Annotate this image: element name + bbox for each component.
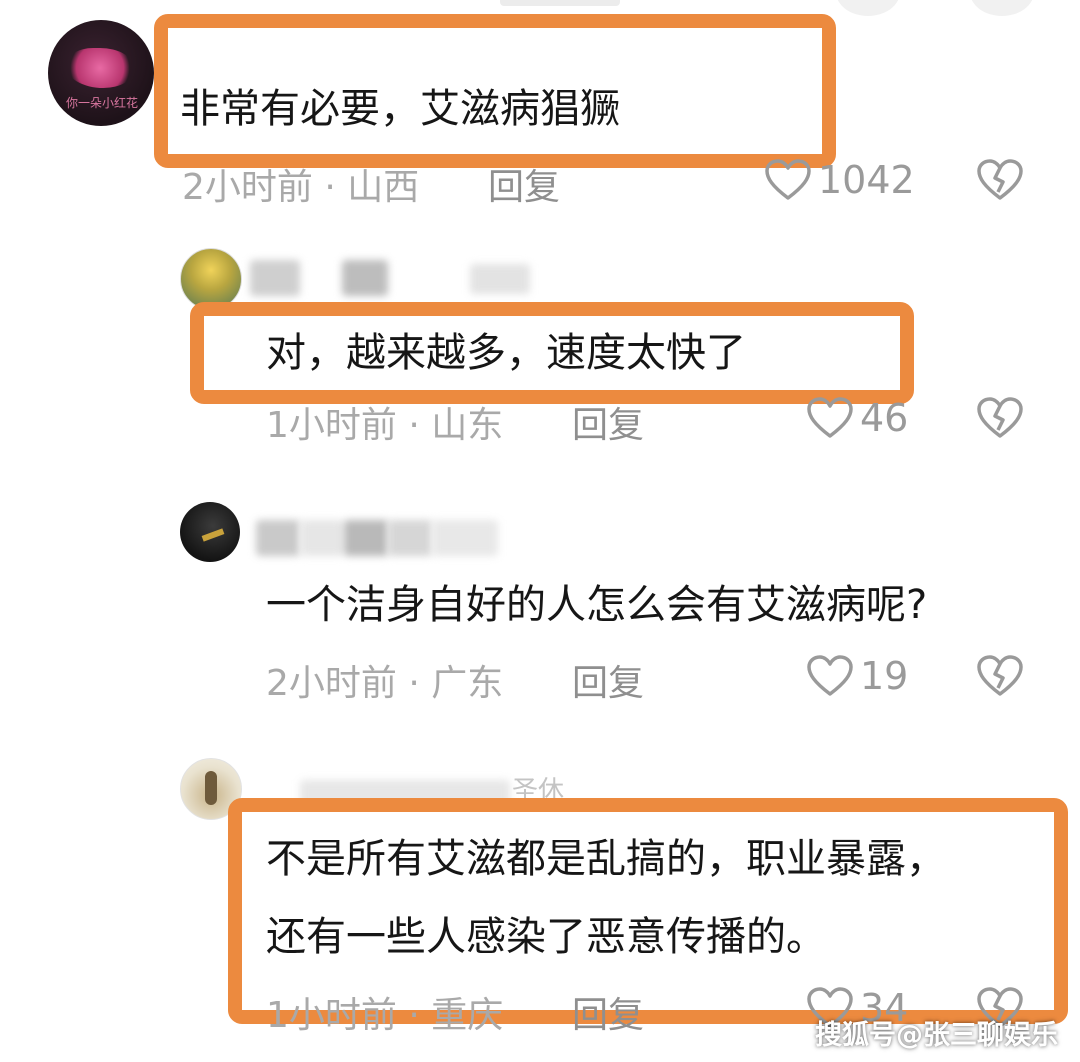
like-button[interactable]: 19 [806, 654, 908, 698]
reply-button[interactable]: 回复 [572, 396, 644, 448]
like-count: 19 [860, 654, 909, 698]
comment-meta: 1小时前 · 重庆 [266, 995, 504, 1036]
username-blurred [344, 520, 388, 556]
comment-text: 对，越来越多，速度太快了 [266, 330, 746, 376]
dislike-button[interactable] [976, 396, 1024, 444]
heart-outline-icon [807, 397, 853, 438]
comment-item: 对，越来越多，速度太快了 1小时前 · 山东 回复 46 [0, 230, 1080, 490]
broken-heart-icon [977, 397, 1023, 438]
avatar[interactable] [180, 248, 242, 310]
comment-meta: 2小时前 · 广东 [266, 663, 504, 704]
username-blurred[interactable] [250, 260, 300, 296]
avatar-flower-graphic [66, 48, 134, 88]
comment-meta: 1小时前 · 山东 [266, 405, 504, 446]
heart-outline-icon [807, 655, 853, 696]
reply-button[interactable]: 回复 [488, 158, 560, 210]
comment-text: 一个洁身自好的人怎么会有艾滋病呢? [266, 582, 928, 628]
dislike-button[interactable] [976, 654, 1024, 702]
avatar-graphic [201, 528, 225, 542]
avatar[interactable]: 你一朵小红花 [48, 20, 154, 126]
heart-outline-icon [765, 159, 811, 200]
username-blurred [300, 520, 344, 556]
username-blurred [342, 260, 388, 296]
username-blurred [432, 520, 498, 556]
username-blurred [470, 264, 530, 294]
broken-heart-icon [977, 159, 1023, 200]
like-button[interactable]: 1042 [764, 158, 915, 202]
like-count: 1042 [818, 158, 915, 202]
avatar-graphic [205, 771, 217, 805]
like-count: 46 [860, 396, 909, 440]
dislike-button[interactable] [976, 158, 1024, 206]
comment-text: 非常有必要，艾滋病猖獗 [180, 86, 620, 132]
reply-button[interactable]: 回复 [572, 986, 644, 1038]
broken-heart-icon [977, 655, 1023, 696]
comment-item: 一个洁身自好的人怎么会有艾滋病呢? 2小时前 · 广东 回复 19 [0, 490, 1080, 740]
comment-item: 你一朵小红花 非常有必要，艾滋病猖獗 2小时前 · 山西 回复 1042 [0, 0, 1080, 230]
avatar-caption: 你一朵小红花 [65, 96, 138, 110]
comment-text-line: 还有一些人感染了恶意传播的。 [266, 914, 826, 960]
reply-button[interactable]: 回复 [572, 654, 644, 706]
watermark: 搜狐号@张三聊娱乐 [815, 1020, 1058, 1051]
comment-meta: 2小时前 · 山西 [182, 167, 420, 208]
username-blurred[interactable] [256, 520, 300, 556]
comment-text-line: 不是所有艾滋都是乱搞的，职业暴露， [266, 836, 946, 882]
like-button[interactable]: 46 [806, 396, 908, 440]
username-blurred [388, 520, 432, 556]
avatar[interactable] [180, 502, 240, 562]
